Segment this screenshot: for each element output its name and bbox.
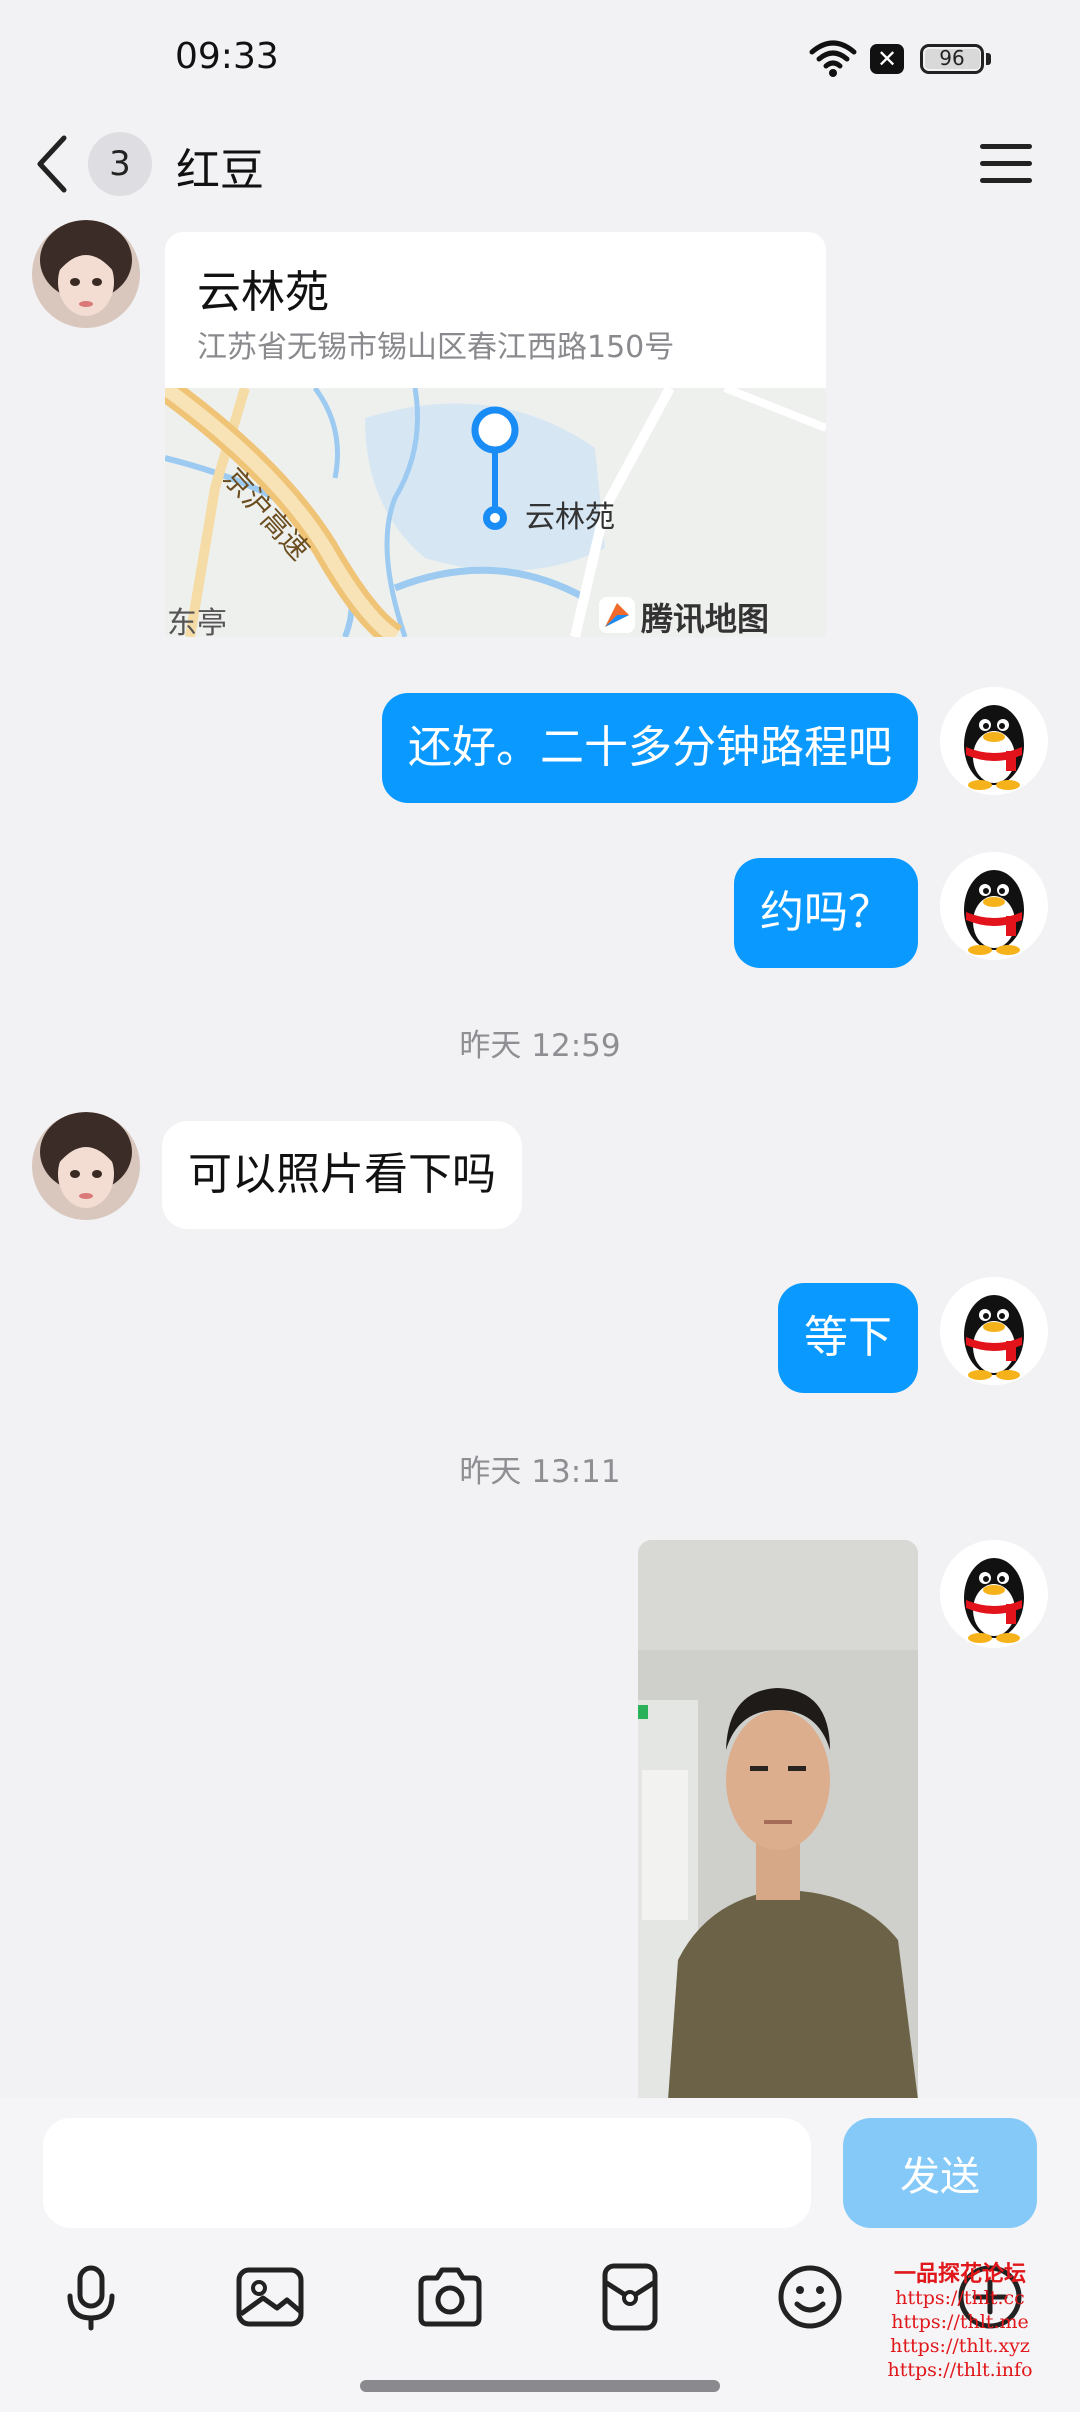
map-brand-label: 腾讯地图 (641, 600, 770, 637)
red-packet-icon[interactable] (595, 2262, 665, 2332)
watermark-line: https://thlt.me (891, 2311, 1029, 2333)
timestamp: 昨天 12:59 (459, 1028, 621, 1064)
message-input[interactable] (43, 2118, 811, 2228)
home-indicator[interactable] (360, 2380, 720, 2392)
outgoing-message[interactable]: 还好。二十多分钟路程吧 (382, 693, 918, 803)
menu-icon[interactable] (978, 142, 1034, 186)
unread-count-badge[interactable]: 3 (88, 132, 152, 196)
incoming-message[interactable]: 可以照片看下吗 (162, 1121, 522, 1229)
image-icon[interactable] (235, 2262, 305, 2332)
wifi-icon (809, 40, 857, 77)
penguin-icon (964, 1558, 1024, 1643)
outgoing-message[interactable]: 等下 (778, 1283, 918, 1393)
battery-icon: 96 (920, 44, 984, 74)
contact-name: 红豆 (176, 145, 264, 196)
contact-avatar[interactable] (32, 1112, 140, 1220)
status-time: 09:33 (175, 36, 279, 77)
battery-level: 96 (939, 46, 965, 70)
location-card[interactable]: 云林苑 江苏省无锡市锡山区春江西路150号 云林苑 京沪高速 东亭 腾讯地图 (165, 232, 826, 637)
location-map[interactable]: 云林苑 京沪高速 东亭 腾讯地图 (165, 388, 826, 637)
watermark-title: 一品探花论坛 (893, 2261, 1026, 2287)
camera-icon[interactable] (415, 2262, 485, 2332)
map-pin-icon (471, 406, 519, 530)
back-icon[interactable] (32, 132, 72, 196)
no-sim-icon: ✕ (870, 44, 904, 74)
penguin-icon (964, 1295, 1024, 1380)
send-button[interactable]: 发送 (843, 2118, 1037, 2228)
penguin-icon (964, 870, 1024, 955)
my-avatar[interactable] (940, 1540, 1048, 1648)
my-avatar[interactable] (940, 852, 1048, 960)
watermark: 一品探花论坛 https://thlt.cc https://thlt.me h… (860, 2262, 1060, 2382)
emoji-icon[interactable] (775, 2262, 845, 2332)
contact-avatar[interactable] (32, 220, 140, 328)
photo-message[interactable] (638, 1540, 918, 2100)
timestamp: 昨天 13:11 (459, 1454, 621, 1490)
map-pin-label: 云林苑 (525, 500, 615, 535)
watermark-line: https://thlt.info (887, 2359, 1033, 2381)
watermark-line: https://thlt.cc (895, 2287, 1025, 2309)
location-address: 江苏省无锡市锡山区春江西路150号 (197, 330, 675, 365)
mic-icon[interactable] (56, 2262, 126, 2332)
watermark-line: https://thlt.xyz (890, 2335, 1030, 2357)
penguin-icon (964, 705, 1024, 790)
my-avatar[interactable] (940, 1277, 1048, 1385)
my-avatar[interactable] (940, 687, 1048, 795)
map-area-label: 东亭 (167, 606, 227, 637)
outgoing-message[interactable]: 约吗？ (734, 858, 918, 968)
location-name: 云林苑 (197, 267, 329, 318)
tencent-map-logo-icon (599, 597, 635, 633)
